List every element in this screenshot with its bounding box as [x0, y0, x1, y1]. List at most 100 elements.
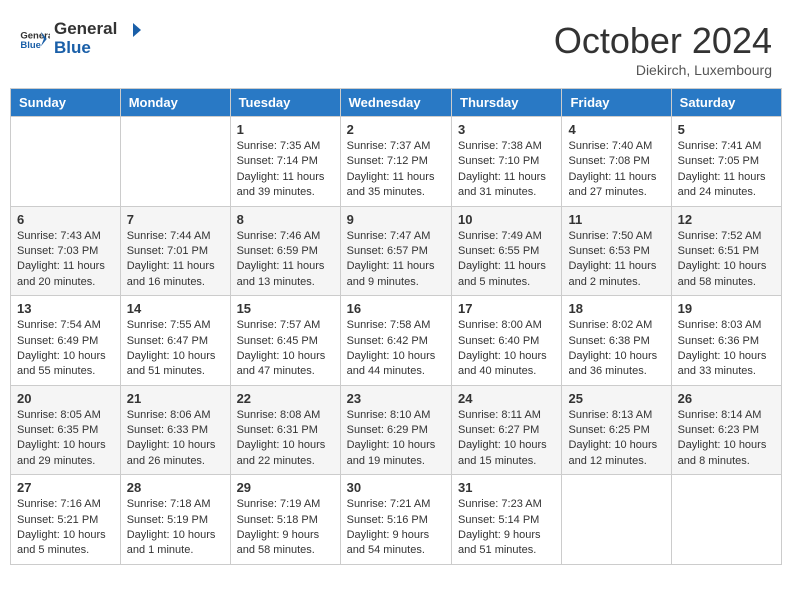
day-cell: 30 Sunrise: 7:21 AM Sunset: 5:16 PM Dayli…	[340, 475, 451, 565]
day-info: Sunrise: 8:05 AM Sunset: 6:35 PM Dayligh…	[17, 408, 114, 470]
day-cell: 10Sunrise: 7:49 AM Sunset: 6:55 PM Dayli…	[452, 206, 562, 296]
day-cell: 16 Sunrise: 7:58 AM Sunset: 6:42 PM Dayli…	[340, 296, 451, 386]
day-cell: 21 Sunrise: 8:06 AM Sunset: 6:33 PM Dayli…	[120, 385, 230, 475]
month-title: October 2024	[554, 20, 772, 62]
day-cell: 15 Sunrise: 7:57 AM Sunset: 6:45 PM Dayli…	[230, 296, 340, 386]
day-cell: 2 Sunrise: 7:37 AM Sunset: 7:12 PM Daylig…	[340, 117, 451, 207]
week-row-1: 1 Sunrise: 7:35 AM Sunset: 7:14 PM Daylig…	[11, 117, 782, 207]
day-info: Sunrise: 7:55 AM Sunset: 6:47 PM Dayligh…	[127, 318, 224, 380]
day-number: 16	[347, 301, 445, 316]
day-header-saturday: Saturday	[671, 89, 781, 117]
day-cell: 27Sunrise: 7:16 AM Sunset: 5:21 PM Dayli…	[11, 475, 121, 565]
day-number: 22	[237, 391, 334, 406]
day-cell: 23Sunrise: 8:10 AM Sunset: 6:29 PM Dayli…	[340, 385, 451, 475]
day-number: 9	[347, 212, 445, 227]
day-info: Sunrise: 7:57 AM Sunset: 6:45 PM Dayligh…	[237, 318, 334, 380]
day-info: Sunrise: 7:47 AM Sunset: 6:57 PM Dayligh…	[347, 229, 445, 291]
day-info: Sunrise: 7:23 AM Sunset: 5:14 PM Dayligh…	[458, 497, 555, 559]
day-number: 14	[127, 301, 224, 316]
day-cell: 8 Sunrise: 7:46 AM Sunset: 6:59 PM Daylig…	[230, 206, 340, 296]
day-info: Sunrise: 8:03 AM Sunset: 6:36 PM Dayligh…	[678, 318, 775, 380]
day-cell: 28 Sunrise: 7:18 AM Sunset: 5:19 PM Dayli…	[120, 475, 230, 565]
day-info: Sunrise: 7:41 AM Sunset: 7:05 PM Dayligh…	[678, 139, 775, 201]
day-info: Sunrise: 7:35 AM Sunset: 7:14 PM Dayligh…	[237, 139, 334, 201]
day-header-tuesday: Tuesday	[230, 89, 340, 117]
day-number: 8	[237, 212, 334, 227]
day-header-sunday: Sunday	[11, 89, 121, 117]
day-number: 2	[347, 122, 445, 137]
day-info: Sunrise: 7:52 AM Sunset: 6:51 PM Dayligh…	[678, 229, 775, 291]
day-number: 24	[458, 391, 555, 406]
day-cell: 19 Sunrise: 8:03 AM Sunset: 6:36 PM Dayli…	[671, 296, 781, 386]
day-header-wednesday: Wednesday	[340, 89, 451, 117]
day-header-friday: Friday	[562, 89, 671, 117]
logo-icon: General Blue	[20, 28, 50, 50]
day-number: 21	[127, 391, 224, 406]
day-cell: 20Sunrise: 8:05 AM Sunset: 6:35 PM Dayli…	[11, 385, 121, 475]
day-info: Sunrise: 8:13 AM Sunset: 6:25 PM Dayligh…	[568, 408, 664, 470]
day-cell: 26 Sunrise: 8:14 AM Sunset: 6:23 PM Dayli…	[671, 385, 781, 475]
day-cell: 3 Sunrise: 7:38 AM Sunset: 7:10 PM Daylig…	[452, 117, 562, 207]
day-info: Sunrise: 7:18 AM Sunset: 5:19 PM Dayligh…	[127, 497, 224, 559]
day-info: Sunrise: 7:44 AM Sunset: 7:01 PM Dayligh…	[127, 229, 224, 291]
day-number: 4	[568, 122, 664, 137]
day-info: Sunrise: 8:08 AM Sunset: 6:31 PM Dayligh…	[237, 408, 334, 470]
day-number: 7	[127, 212, 224, 227]
day-info: Sunrise: 7:54 AM Sunset: 6:49 PM Dayligh…	[17, 318, 114, 380]
title-area: October 2024 Diekirch, Luxembourg	[554, 20, 772, 78]
day-cell: 11 Sunrise: 7:50 AM Sunset: 6:53 PM Dayli…	[562, 206, 671, 296]
day-number: 11	[568, 212, 664, 227]
day-cell: 29 Sunrise: 7:19 AM Sunset: 5:18 PM Dayli…	[230, 475, 340, 565]
logo: General Blue General Blue	[20, 20, 142, 57]
day-number: 19	[678, 301, 775, 316]
day-number: 17	[458, 301, 555, 316]
day-cell: 17 Sunrise: 8:00 AM Sunset: 6:40 PM Dayli…	[452, 296, 562, 386]
day-number: 15	[237, 301, 334, 316]
logo-blue-text: Blue	[54, 39, 142, 58]
day-info: Sunrise: 7:46 AM Sunset: 6:59 PM Dayligh…	[237, 229, 334, 291]
day-info: Sunrise: 8:02 AM Sunset: 6:38 PM Dayligh…	[568, 318, 664, 380]
day-cell: 6 Sunrise: 7:43 AM Sunset: 7:03 PM Daylig…	[11, 206, 121, 296]
day-number: 29	[237, 480, 334, 495]
day-info: Sunrise: 7:37 AM Sunset: 7:12 PM Dayligh…	[347, 139, 445, 201]
day-cell: 22 Sunrise: 8:08 AM Sunset: 6:31 PM Dayli…	[230, 385, 340, 475]
day-info: Sunrise: 8:14 AM Sunset: 6:23 PM Dayligh…	[678, 408, 775, 470]
day-cell	[120, 117, 230, 207]
day-info: Sunrise: 8:00 AM Sunset: 6:40 PM Dayligh…	[458, 318, 555, 380]
svg-text:Blue: Blue	[20, 39, 41, 49]
day-number: 1	[237, 122, 334, 137]
day-cell: 13Sunrise: 7:54 AM Sunset: 6:49 PM Dayli…	[11, 296, 121, 386]
day-cell: 7 Sunrise: 7:44 AM Sunset: 7:01 PM Daylig…	[120, 206, 230, 296]
day-cell: 14 Sunrise: 7:55 AM Sunset: 6:47 PM Dayli…	[120, 296, 230, 386]
day-number: 5	[678, 122, 775, 137]
day-cell	[11, 117, 121, 207]
day-number: 18	[568, 301, 664, 316]
day-cell: 1 Sunrise: 7:35 AM Sunset: 7:14 PM Daylig…	[230, 117, 340, 207]
day-number: 26	[678, 391, 775, 406]
day-cell	[671, 475, 781, 565]
day-number: 28	[127, 480, 224, 495]
week-row-4: 20Sunrise: 8:05 AM Sunset: 6:35 PM Dayli…	[11, 385, 782, 475]
day-info: Sunrise: 7:50 AM Sunset: 6:53 PM Dayligh…	[568, 229, 664, 291]
day-cell: 12Sunrise: 7:52 AM Sunset: 6:51 PM Dayli…	[671, 206, 781, 296]
location: Diekirch, Luxembourg	[554, 62, 772, 78]
calendar: SundayMondayTuesdayWednesdayThursdayFrid…	[10, 88, 782, 565]
day-cell: 5 Sunrise: 7:41 AM Sunset: 7:05 PM Daylig…	[671, 117, 781, 207]
day-info: Sunrise: 7:43 AM Sunset: 7:03 PM Dayligh…	[17, 229, 114, 291]
day-info: Sunrise: 7:21 AM Sunset: 5:16 PM Dayligh…	[347, 497, 445, 559]
day-info: Sunrise: 7:19 AM Sunset: 5:18 PM Dayligh…	[237, 497, 334, 559]
day-info: Sunrise: 7:49 AM Sunset: 6:55 PM Dayligh…	[458, 229, 555, 291]
day-cell: 18 Sunrise: 8:02 AM Sunset: 6:38 PM Dayli…	[562, 296, 671, 386]
day-number: 27	[17, 480, 114, 495]
day-cell	[562, 475, 671, 565]
week-row-2: 6 Sunrise: 7:43 AM Sunset: 7:03 PM Daylig…	[11, 206, 782, 296]
day-number: 30	[347, 480, 445, 495]
week-row-5: 27Sunrise: 7:16 AM Sunset: 5:21 PM Dayli…	[11, 475, 782, 565]
day-number: 6	[17, 212, 114, 227]
day-info: Sunrise: 8:06 AM Sunset: 6:33 PM Dayligh…	[127, 408, 224, 470]
day-number: 3	[458, 122, 555, 137]
day-info: Sunrise: 7:38 AM Sunset: 7:10 PM Dayligh…	[458, 139, 555, 201]
day-info: Sunrise: 8:11 AM Sunset: 6:27 PM Dayligh…	[458, 408, 555, 470]
header: General Blue General Blue October 2024 D…	[10, 10, 782, 83]
day-info: Sunrise: 7:58 AM Sunset: 6:42 PM Dayligh…	[347, 318, 445, 380]
